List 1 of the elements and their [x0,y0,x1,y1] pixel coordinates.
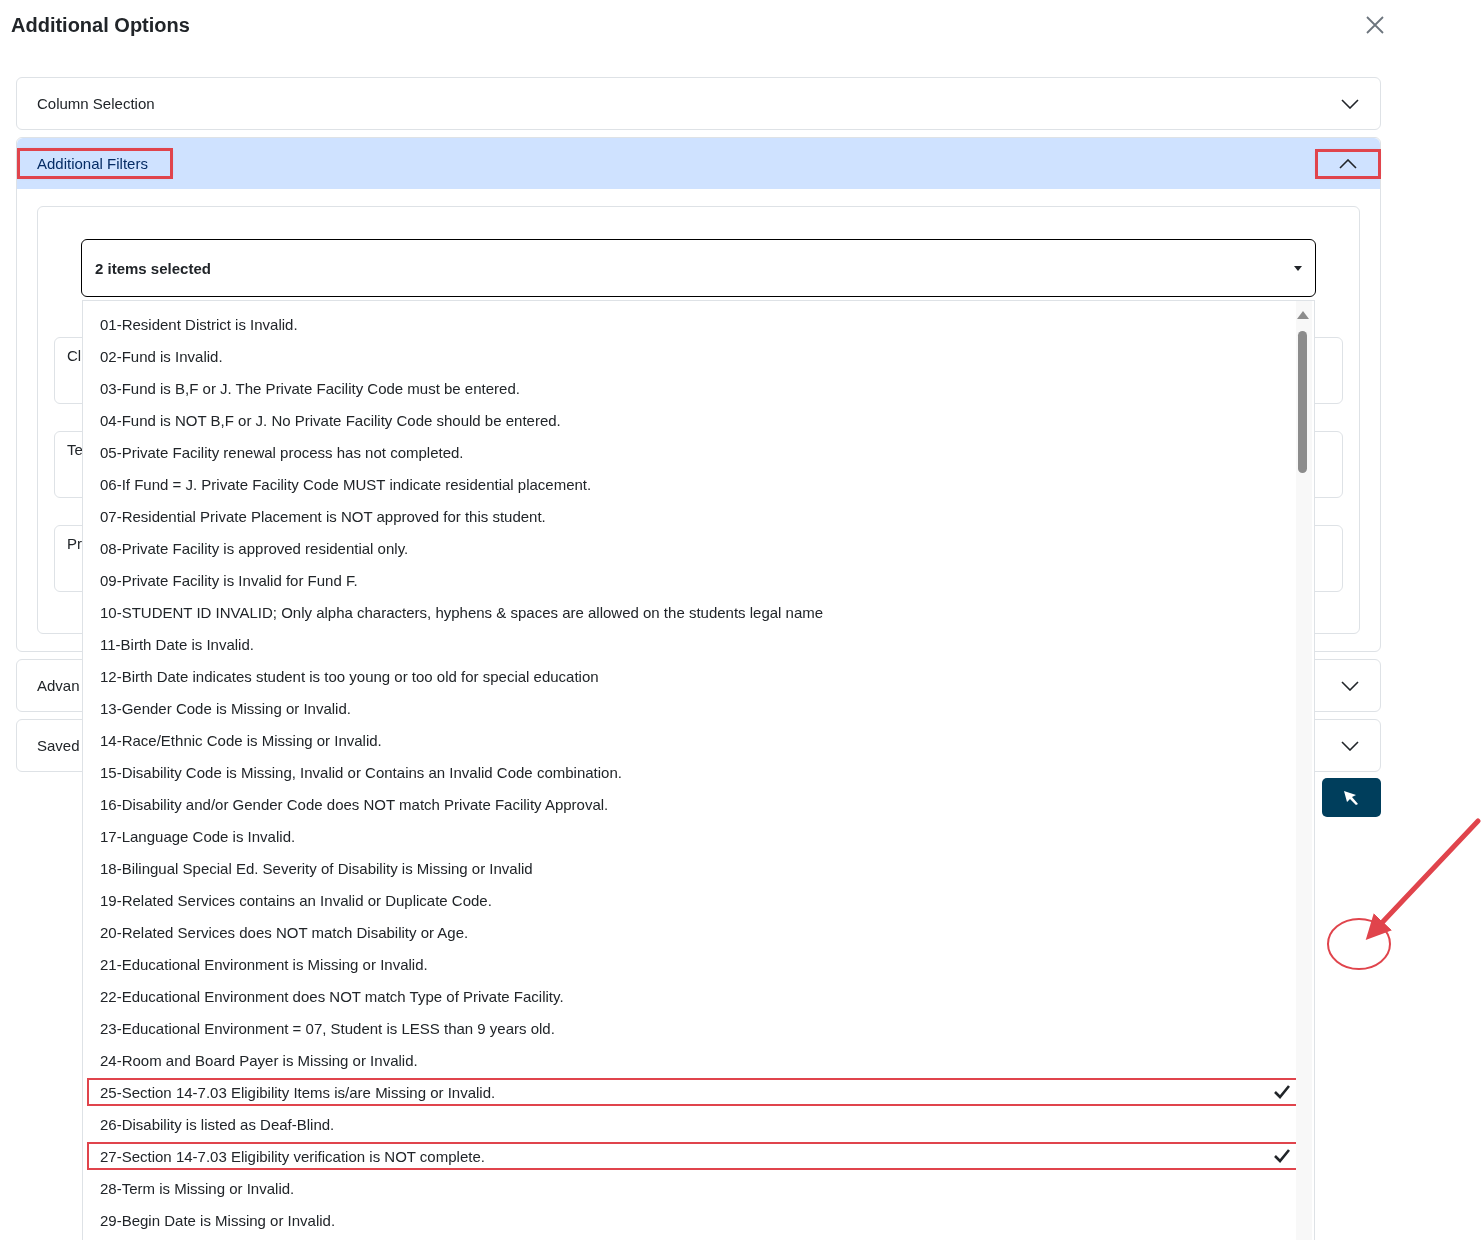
dialog-title: Additional Options [11,13,190,37]
